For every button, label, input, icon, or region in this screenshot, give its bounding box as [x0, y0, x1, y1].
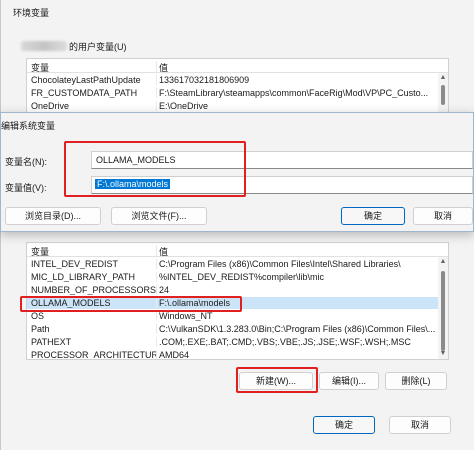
cell-value: %INTEL_DEV_REDIST%compiler\lib\mic: [156, 272, 436, 282]
table-row[interactable]: OneDrive E:\OneDrive: [27, 100, 439, 112]
column-header-variable[interactable]: 变量: [31, 245, 156, 258]
cell-variable: OLLAMA_MODELS: [31, 298, 111, 308]
cell-variable: MIC_LD_LIBRARY_PATH: [31, 272, 136, 282]
dialog-cancel-button[interactable]: 取消: [413, 207, 473, 225]
table-row[interactable]: OS Windows_NT: [27, 310, 439, 322]
delete-variable-button[interactable]: 删除(L): [385, 372, 447, 390]
user-variables-list[interactable]: 变量 值 ChocolateyLastPathUpdate 1336170321…: [26, 58, 449, 114]
system-variables-list[interactable]: 变量 值 INTEL_DEV_REDIST C:\Program Files (…: [26, 242, 449, 360]
list-header: 变量 值: [27, 243, 448, 258]
cell-value: C:\Program Files (x86)\Common Files\Inte…: [156, 259, 436, 269]
variable-value-field[interactable]: F:\.ollama\models: [91, 176, 473, 194]
variable-value-selected-text: F:\.ollama\models: [95, 179, 171, 189]
dialog-title: 编辑系统变量: [1, 121, 56, 131]
cell-value: 133617032181806909: [156, 75, 436, 85]
edit-system-variable-dialog: 编辑系统变量 变量名(N): OLLAMA_MODELS 变量值(V): F:\…: [0, 112, 474, 232]
cell-variable: FR_CUSTOMDATA_PATH: [31, 88, 138, 98]
cancel-button[interactable]: 取消: [389, 416, 451, 434]
table-row[interactable]: PATHEXT .COM;.EXE;.BAT;.CMD;.VBS;.VBE;.J…: [27, 336, 439, 348]
cell-value: F:\.ollama\models: [156, 298, 436, 308]
cell-value: Windows_NT: [156, 311, 436, 321]
table-row[interactable]: INTEL_DEV_REDIST C:\Program Files (x86)\…: [27, 258, 439, 270]
redacted-username: [21, 41, 67, 51]
cell-variable: Path: [31, 324, 50, 334]
cell-value: AMD64: [156, 350, 436, 359]
cell-variable: NUMBER_OF_PROCESSORS: [31, 285, 156, 295]
cell-variable: ChocolateyLastPathUpdate: [31, 75, 141, 85]
cell-value: E:\OneDrive: [156, 101, 436, 111]
variable-name-value: OLLAMA_MODELS: [96, 155, 176, 165]
table-row[interactable]: FR_CUSTOMDATA_PATH F:\SteamLibrary\steam…: [27, 87, 439, 99]
list-header: 变量 值: [27, 59, 448, 74]
variable-name-field[interactable]: OLLAMA_MODELS: [91, 151, 473, 169]
column-header-value[interactable]: 值: [156, 61, 436, 74]
table-row[interactable]: Path C:\VulkanSDK\1.3.283.0\Bin;C:\Progr…: [27, 323, 439, 335]
cell-value: .COM;.EXE;.BAT;.CMD;.VBS;.VBE;.JS;.JSE;.…: [156, 337, 436, 347]
table-row[interactable]: MIC_LD_LIBRARY_PATH %INTEL_DEV_REDIST%co…: [27, 271, 439, 283]
scroll-down-icon[interactable]: ▼: [438, 349, 448, 359]
scroll-up-icon[interactable]: ▲: [438, 73, 448, 83]
cell-variable: OneDrive: [31, 101, 70, 111]
cell-variable: PROCESSOR_ARCHITECTURE: [31, 350, 156, 360]
ok-button[interactable]: 确定: [313, 416, 375, 434]
user-variables-label-text: 的用户变量(U): [69, 42, 127, 52]
edit-variable-button[interactable]: 编辑(I)...: [319, 372, 379, 390]
cell-value: F:\SteamLibrary\steamapps\common\FaceRig…: [156, 88, 436, 98]
window-title: 环境变量: [13, 8, 50, 18]
scrollbar-thumb[interactable]: [441, 271, 445, 351]
vertical-scrollbar[interactable]: ▲: [438, 73, 448, 113]
column-header-variable[interactable]: 变量: [31, 61, 156, 74]
scrollbar-thumb[interactable]: [441, 85, 445, 105]
cell-value: C:\VulkanSDK\1.3.283.0\Bin;C:\Program Fi…: [156, 324, 436, 334]
column-header-value[interactable]: 值: [156, 245, 436, 258]
table-row-selected[interactable]: OLLAMA_MODELS F:\.ollama\models: [27, 297, 439, 309]
variable-name-label: 变量名(N):: [5, 157, 47, 167]
browse-directory-button[interactable]: 浏览目录(D)...: [5, 207, 101, 225]
browse-file-button[interactable]: 浏览文件(F)...: [111, 207, 207, 225]
vertical-scrollbar[interactable]: ▲ ▼: [438, 257, 448, 359]
new-variable-button[interactable]: 新建(W)...: [239, 372, 313, 390]
user-variables-group-label: 的用户变量(U): [21, 40, 127, 53]
table-row[interactable]: PROCESSOR_ARCHITECTURE AMD64: [27, 349, 439, 360]
dialog-ok-button[interactable]: 确定: [341, 207, 405, 225]
cell-variable: OS: [31, 311, 45, 321]
window-titlebar: 环境变量: [1, 0, 474, 24]
variable-value-label: 变量值(V):: [5, 183, 47, 193]
cell-variable: INTEL_DEV_REDIST: [31, 259, 119, 269]
table-row[interactable]: NUMBER_OF_PROCESSORS 24: [27, 284, 439, 296]
cell-value: 24: [156, 285, 436, 295]
cell-variable: PATHEXT: [31, 337, 72, 347]
scroll-up-icon[interactable]: ▲: [438, 257, 448, 267]
table-row[interactable]: ChocolateyLastPathUpdate 133617032181806…: [27, 74, 439, 86]
